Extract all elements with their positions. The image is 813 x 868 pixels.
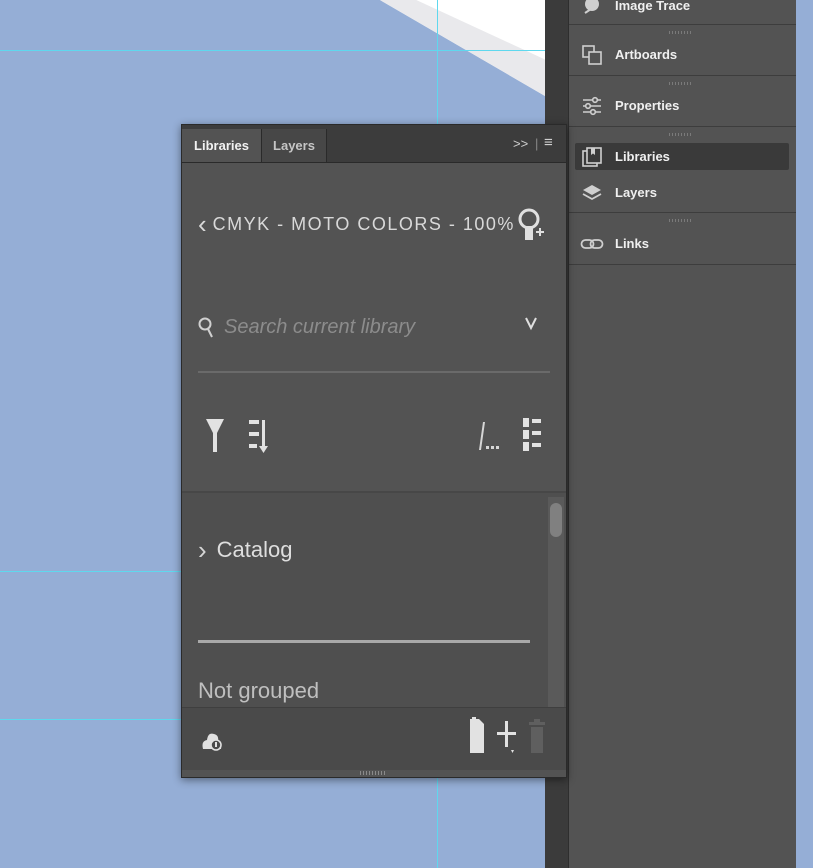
dock-item-layers[interactable]: Layers — [575, 179, 789, 206]
search-bar — [198, 311, 550, 343]
divider — [198, 371, 550, 373]
drag-grip[interactable] — [669, 219, 693, 222]
library-content: › Catalog Not grouped — [182, 493, 566, 707]
panel-menu-button[interactable]: ≡ — [544, 134, 553, 151]
library-header: ‹ CMYK - MOTO COLORS - 100% — [198, 209, 538, 239]
dock-item-links[interactable]: Links — [575, 230, 789, 257]
list-view-icon[interactable] — [520, 415, 544, 455]
drag-grip[interactable] — [669, 82, 693, 85]
cloud-sync-icon[interactable] — [200, 722, 224, 756]
tab-libraries[interactable]: Libraries — [182, 129, 261, 162]
properties-icon — [579, 93, 605, 119]
tab-layers[interactable]: Layers — [261, 129, 327, 162]
trash-icon[interactable] — [526, 716, 548, 756]
divider — [198, 640, 530, 643]
dock-item-label: Artboards — [615, 47, 678, 62]
guide-line — [0, 571, 182, 572]
scrollbar-thumb[interactable] — [550, 503, 562, 537]
layers-icon — [579, 180, 605, 206]
canvas-edge — [796, 0, 813, 868]
panel-resize-grip[interactable] — [360, 771, 386, 775]
guide-line — [437, 776, 438, 868]
dock-item-label: Libraries — [615, 149, 670, 164]
library-title: CMYK - MOTO COLORS - 100% — [212, 213, 515, 234]
image-trace-icon — [579, 0, 605, 19]
dock-item-label: Properties — [615, 98, 680, 113]
panel-dock: Image Trace Artboards Properties Librari… — [568, 0, 798, 868]
chevron-down-icon[interactable] — [524, 315, 538, 331]
grid-view-icon[interactable] — [478, 417, 500, 455]
divider — [569, 264, 797, 265]
search-input[interactable] — [222, 314, 526, 340]
guide-line — [437, 0, 438, 124]
dock-item-image-trace[interactable]: Image Trace — [575, 0, 789, 19]
guide-line — [0, 719, 182, 720]
dock-item-properties[interactable]: Properties — [575, 92, 789, 119]
artboards-icon — [579, 42, 605, 68]
back-button[interactable]: ‹ — [198, 211, 207, 237]
collaborate-icon[interactable] — [516, 201, 546, 245]
new-folder-icon[interactable] — [466, 714, 488, 756]
libraries-icon — [579, 144, 605, 170]
divider — [569, 75, 797, 76]
divider: | — [535, 136, 539, 151]
links-icon — [579, 231, 605, 257]
group-label: Catalog — [216, 537, 293, 562]
dock-item-libraries[interactable]: Libraries — [575, 143, 789, 170]
dock-item-label: Image Trace — [615, 0, 691, 13]
divider — [569, 126, 797, 127]
add-icon[interactable] — [496, 716, 520, 756]
collapse-panel-button[interactable]: >> — [513, 136, 528, 151]
group-not-grouped[interactable]: Not grouped — [198, 678, 319, 704]
dock-item-artboards[interactable]: Artboards — [575, 41, 789, 68]
sort-icon[interactable] — [246, 415, 270, 455]
divider — [569, 24, 797, 25]
guide-line — [0, 50, 545, 51]
panel-tab-bar: Libraries Layers >> | ≡ — [182, 125, 566, 163]
drag-grip[interactable] — [669, 31, 693, 34]
scrollbar[interactable] — [548, 497, 564, 707]
dock-item-label: Links — [615, 236, 649, 251]
panel-footer — [182, 707, 566, 770]
group-catalog[interactable]: › Catalog — [198, 537, 293, 563]
filter-icon[interactable] — [204, 415, 226, 455]
dock-item-label: Layers — [615, 185, 657, 200]
chevron-right-icon: › — [198, 535, 207, 565]
drag-grip[interactable] — [669, 133, 693, 136]
search-icon — [198, 315, 214, 339]
libraries-panel: Libraries Layers >> | ≡ ‹ CMYK - MOTO CO… — [181, 124, 567, 778]
divider — [569, 212, 797, 213]
